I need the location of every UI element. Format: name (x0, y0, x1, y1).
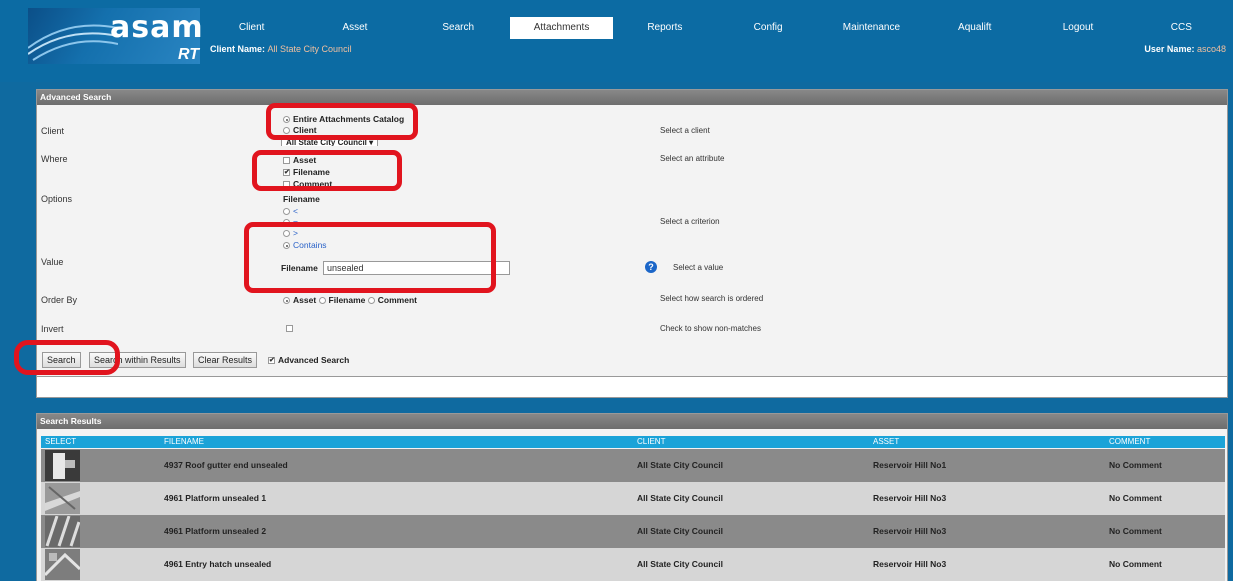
row-filename: 4961 Entry hatch unsealed (164, 559, 272, 569)
nav-logout[interactable]: Logout (1026, 17, 1129, 39)
row-comment: No Comment (1109, 493, 1162, 503)
clear-results-button[interactable]: Clear Results (193, 352, 258, 368)
advanced-search-title: Advanced Search (37, 90, 1227, 105)
row-comment: No Comment (1109, 460, 1162, 470)
attachment-thumbnail[interactable] (45, 516, 80, 547)
nav-ccs[interactable]: CCS (1130, 17, 1233, 39)
user-name-value: asco48 (1196, 44, 1226, 54)
table-row[interactable]: 4937 Roof gutter end unsealed All State … (41, 449, 1225, 482)
invert-label: Invert (41, 324, 64, 334)
col-asset[interactable]: ASSET (873, 436, 899, 448)
option-lt[interactable]: < (283, 206, 298, 216)
where-hint: Select an attribute (660, 154, 725, 163)
options-heading: Filename (283, 194, 320, 204)
row-asset: Reservoir Hill No3 (873, 559, 947, 569)
highlight-filename (252, 150, 402, 191)
order-asset-radio[interactable] (283, 297, 290, 305)
nav-asset[interactable]: Asset (303, 17, 406, 39)
order-comment-label: Comment (377, 295, 417, 305)
order-by-label: Order By (41, 295, 78, 305)
table-row[interactable]: 4961 Platform unsealed 2 All State City … (41, 515, 1225, 548)
highlight-entire-catalog (266, 103, 418, 140)
logo-text: asam (110, 10, 204, 45)
advanced-search-toggle[interactable]: ✔ Advanced Search (268, 355, 349, 365)
order-asset-label: Asset (293, 295, 317, 305)
row-filename: 4961 Platform unsealed 1 (164, 493, 267, 503)
advanced-search-checkbox[interactable]: ✔ (268, 357, 275, 365)
row-client: All State City Council (637, 559, 723, 569)
advanced-search-panel: Advanced Search Client Entire Attachment… (36, 89, 1228, 398)
row-asset: Reservoir Hill No3 (873, 493, 947, 503)
search-results-title: Search Results (37, 414, 1227, 429)
results-header-row: SELECT FILENAME CLIENT ASSET COMMENT (41, 436, 1225, 448)
row-asset: Reservoir Hill No3 (873, 526, 947, 536)
value-label: Value (41, 257, 64, 267)
client-name: Client Name: All State City Council (210, 44, 352, 54)
order-by-options: Asset Filename Comment (283, 295, 417, 305)
order-filename-radio[interactable] (318, 297, 326, 305)
options-label: Options (41, 194, 73, 204)
main-nav: Client Asset Search Attachments Reports … (200, 17, 1233, 39)
app-header: asam RT Client Asset Search Attachments … (0, 0, 1233, 82)
help-icon[interactable]: ? (645, 261, 657, 273)
client-name-label: Client Name: (210, 44, 266, 54)
nav-reports[interactable]: Reports (613, 17, 716, 39)
search-results-panel: Search Results SELECT FILENAME CLIENT AS… (36, 413, 1228, 581)
row-filename: 4937 Roof gutter end unsealed (164, 460, 288, 470)
row-asset: Reservoir Hill No1 (873, 460, 947, 470)
nav-attachments[interactable]: Attachments (509, 17, 614, 39)
invert-checkbox[interactable] (286, 325, 293, 333)
user-name: User Name: asco48 (1144, 44, 1226, 54)
swoosh-logo-icon (28, 24, 118, 61)
advanced-search-footer (37, 376, 1227, 397)
col-select[interactable]: SELECT (45, 436, 76, 448)
row-client: All State City Council (637, 460, 723, 470)
where-label: Where (41, 154, 68, 164)
nav-search[interactable]: Search (407, 17, 510, 39)
option-lt-label: < (293, 206, 298, 216)
user-name-label: User Name: (1144, 44, 1195, 54)
col-filename[interactable]: FILENAME (164, 436, 204, 448)
advanced-search-toggle-label: Advanced Search (278, 355, 350, 365)
row-filename: 4961 Platform unsealed 2 (164, 526, 267, 536)
value-hint: Select a value (673, 263, 724, 272)
table-row[interactable]: 4961 Entry hatch unsealed All State City… (41, 548, 1225, 581)
logo-rt-text: RT (178, 46, 200, 63)
invert-hint: Check to show non-matches (660, 324, 761, 333)
nav-config[interactable]: Config (716, 17, 819, 39)
nav-maintenance[interactable]: Maintenance (820, 17, 923, 39)
client-name-value: All State City Council (267, 44, 352, 54)
attachment-thumbnail[interactable] (45, 549, 80, 580)
col-comment[interactable]: COMMENT (1109, 436, 1150, 448)
col-client[interactable]: CLIENT (637, 436, 665, 448)
order-comment-radio[interactable] (367, 297, 375, 305)
nav-client[interactable]: Client (200, 17, 303, 39)
table-row[interactable]: 4961 Platform unsealed 1 All State City … (41, 482, 1225, 515)
nav-aqualift[interactable]: Aqualift (923, 17, 1026, 39)
attachment-thumbnail[interactable] (45, 450, 80, 481)
row-comment: No Comment (1109, 559, 1162, 569)
row-comment: No Comment (1109, 526, 1162, 536)
attachment-thumbnail[interactable] (45, 483, 80, 514)
order-by-hint: Select how search is ordered (660, 294, 764, 303)
client-label: Client (41, 126, 65, 136)
highlight-search-button (14, 340, 120, 375)
invert-checkbox-wrap (286, 323, 296, 333)
row-client: All State City Council (637, 526, 723, 536)
client-hint: Select a client (660, 126, 710, 135)
options-hint: Select a criterion (660, 217, 720, 226)
row-client: All State City Council (637, 493, 723, 503)
order-filename-label: Filename (328, 295, 366, 305)
asam-logo: asam RT (28, 8, 203, 64)
option-lt-radio[interactable] (283, 208, 290, 216)
highlight-value (244, 222, 496, 293)
